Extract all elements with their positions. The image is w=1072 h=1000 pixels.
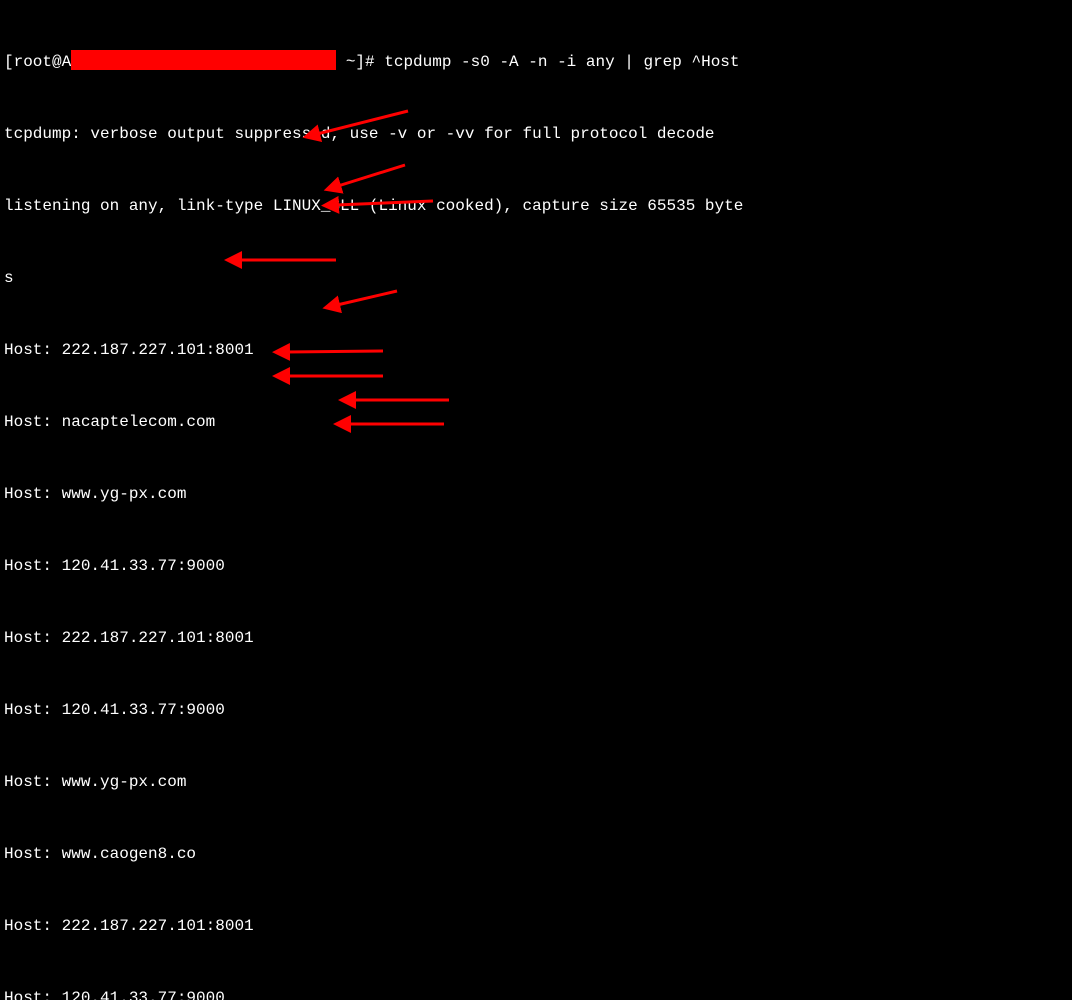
output-line: Host: 120.41.33.77:9000 bbox=[4, 698, 1068, 722]
prompt-suffix: ~]# bbox=[336, 53, 384, 71]
output-line: Host: nacaptelecom.com bbox=[4, 410, 1068, 434]
prompt-line: [root@A ~]# tcpdump -s0 -A -n -i any | g… bbox=[4, 50, 1068, 74]
redacted-hostname bbox=[71, 50, 336, 70]
output-line: Host: www.caogen8.co bbox=[4, 842, 1068, 866]
output-line: listening on any, link-type LINUX_SLL (L… bbox=[4, 194, 1068, 218]
output-line: Host: 222.187.227.101:8001 bbox=[4, 914, 1068, 938]
output-line: tcpdump: verbose output suppressed, use … bbox=[4, 122, 1068, 146]
terminal-output: [root@A ~]# tcpdump -s0 -A -n -i any | g… bbox=[4, 2, 1068, 1000]
output-line: Host: 222.187.227.101:8001 bbox=[4, 338, 1068, 362]
prompt-prefix: [root@A bbox=[4, 53, 71, 71]
output-line: Host: www.yg-px.com bbox=[4, 482, 1068, 506]
output-line: Host: www.yg-px.com bbox=[4, 770, 1068, 794]
output-line: Host: 120.41.33.77:9000 bbox=[4, 554, 1068, 578]
output-line: Host: 222.187.227.101:8001 bbox=[4, 626, 1068, 650]
command-text: tcpdump -s0 -A -n -i any | grep ^Host bbox=[384, 53, 739, 71]
output-line: s bbox=[4, 266, 1068, 290]
output-line: Host: 120.41.33.77:9000 bbox=[4, 986, 1068, 1000]
